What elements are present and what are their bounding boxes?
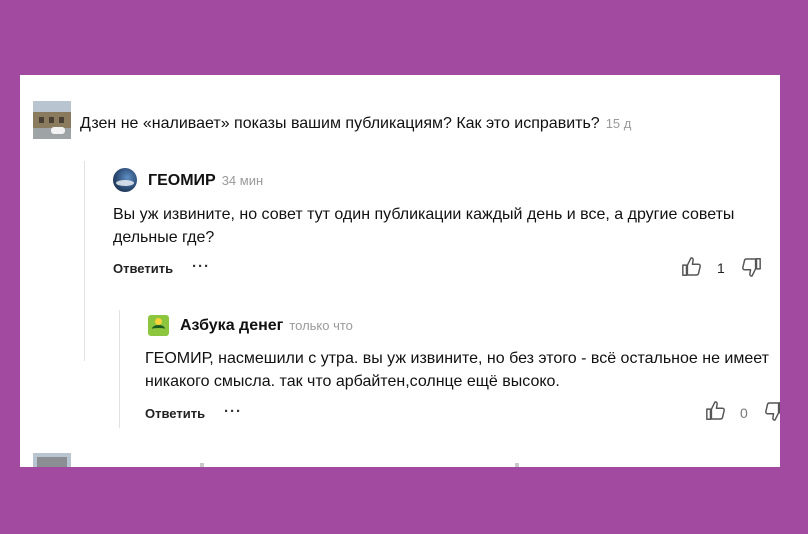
avatar-azbuka-deneg[interactable]: [148, 315, 169, 336]
thumbs-up-icon[interactable]: [705, 400, 727, 422]
comment-text: Вы уж извините, но совет тут один публик…: [113, 206, 735, 246]
comments-card: Дзен не «наливает» показы вашим публикац…: [20, 75, 780, 467]
thumbs-down-icon[interactable]: [740, 256, 762, 278]
post-time: 15 д: [605, 116, 632, 131]
post-title[interactable]: Дзен не «наливает» показы вашим публикац…: [80, 115, 600, 132]
avatar-geomir[interactable]: [113, 168, 137, 192]
cut-off-text-fragment: [200, 463, 204, 467]
comment-text: ГЕОМИР, насмешили с утра. вы уж извините…: [145, 350, 769, 390]
reply-button[interactable]: Ответить: [145, 406, 205, 421]
thread-line: [84, 161, 85, 361]
more-dots-icon[interactable]: ···: [224, 403, 242, 420]
comment-author[interactable]: Азбука денег только что: [180, 317, 353, 335]
thread-line: [119, 310, 120, 428]
like-count: 1: [717, 260, 725, 276]
thumbs-up-icon[interactable]: [681, 256, 703, 278]
comment-author[interactable]: ГЕОМИР 34 мин: [148, 172, 263, 190]
like-count: 0: [740, 405, 748, 421]
post-thumbnail[interactable]: [33, 101, 71, 139]
post-title-row[interactable]: Дзен не «наливает» показы вашим публикац…: [80, 115, 631, 133]
reply-button[interactable]: Ответить: [113, 261, 173, 276]
cut-off-text-fragment: [515, 463, 519, 467]
more-dots-icon[interactable]: ···: [192, 258, 210, 275]
thumbs-down-icon[interactable]: [763, 400, 780, 422]
comment-time: 34 мин: [221, 173, 264, 188]
comment-time: только что: [289, 318, 353, 333]
next-post-thumbnail[interactable]: [33, 453, 71, 467]
